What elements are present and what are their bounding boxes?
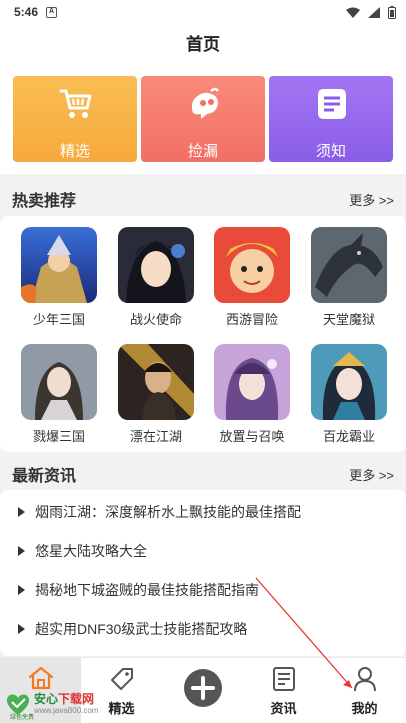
game-name: 百龙霸业: [322, 429, 375, 444]
game-name: 漂在江湖: [129, 429, 182, 444]
shortcut-bargain[interactable]: 捡漏: [141, 76, 265, 162]
game-cover: [118, 227, 194, 303]
game-cover: [21, 344, 97, 420]
status-time: 5:46: [14, 5, 39, 19]
news-item[interactable]: 超实用DNF30级武士技能搭配攻略: [18, 619, 247, 639]
bullet-triangle-icon: [18, 585, 25, 595]
news-title: 悠星大陆攻略大全: [35, 543, 147, 559]
game-name: 少年三国: [32, 312, 85, 327]
wifi-icon: [346, 7, 360, 18]
hot-section-title: 热卖推荐: [12, 193, 77, 210]
shortcut-label: 捡漏: [187, 143, 218, 160]
game-name: 放置与召唤: [219, 429, 285, 444]
game-cover: [21, 227, 97, 303]
game-item[interactable]: 天堂魔狱: [304, 227, 394, 328]
game-item[interactable]: 战火使命: [111, 227, 201, 328]
bullet-triangle-icon: [18, 507, 25, 517]
tab-add[interactable]: [162, 658, 243, 723]
game-name: 战火使命: [129, 312, 182, 327]
watermark-sub: 绿色免费: [10, 715, 35, 721]
tab-news-label: 资讯: [270, 701, 297, 716]
home-icon: [28, 666, 53, 690]
cart-icon: [59, 87, 93, 121]
news-title: 烟雨江湖：深度解析水上飘技能的最佳搭配: [35, 504, 301, 520]
game-name: 天堂魔狱: [322, 312, 375, 327]
status-bar: 5:46 A: [0, 0, 406, 24]
shortcut-panel: 精选 捡漏 须知: [0, 66, 406, 174]
news-title: 揭秘地下城盗贼的最佳技能搭配指南: [35, 582, 259, 598]
watermark-text-a: 安心: [34, 692, 59, 706]
game-cover: [118, 344, 194, 420]
battery-icon: [388, 5, 396, 19]
news-title: 超实用DNF30级武士技能搭配攻略: [35, 621, 248, 637]
game-item[interactable]: 漂在江湖: [111, 344, 201, 445]
mascot-icon: [187, 87, 221, 121]
watermark-url: www.java800.com: [34, 706, 99, 715]
signal-icon: [368, 6, 380, 18]
game-item[interactable]: 放置与召唤: [207, 344, 297, 445]
tab-news[interactable]: 资讯: [243, 658, 324, 723]
hot-more-link[interactable]: 更多 >>: [349, 190, 394, 209]
game-item[interactable]: 戮爆三国: [14, 344, 104, 445]
hot-games-grid: 少年三国 战火使命 西游冒险 天堂魔狱 戮爆三国 漂在江湖 放置与召唤 百龙霸业: [0, 216, 406, 452]
game-name: 戮爆三国: [32, 429, 85, 444]
bullet-triangle-icon: [18, 546, 25, 556]
shortcut-label: 精选: [59, 143, 90, 160]
news-item[interactable]: 悠星大陆攻略大全: [18, 541, 147, 561]
add-circle-icon: [183, 669, 222, 707]
watermark-text-b: 下载网: [58, 692, 95, 706]
tab-mine[interactable]: 我的: [324, 658, 405, 723]
notice-icon: [315, 87, 349, 121]
document-icon: [272, 667, 295, 691]
news-item[interactable]: 揭秘地下城盗贼的最佳技能搭配指南: [18, 580, 259, 600]
news-more-link[interactable]: 更多 >>: [349, 465, 394, 484]
game-cover: [214, 344, 290, 420]
user-icon: [353, 667, 376, 692]
bullet-triangle-icon: [18, 624, 25, 634]
game-cover: [214, 227, 290, 303]
news-list: 烟雨江湖：深度解析水上飘技能的最佳搭配 悠星大陆攻略大全 揭秘地下城盗贼的最佳技…: [0, 490, 406, 656]
watermark-logo: 安心下载网 www.java800.com 绿色免费: [4, 688, 116, 721]
game-name: 西游冒险: [225, 312, 278, 327]
news-item[interactable]: 烟雨江湖：深度解析水上飘技能的最佳搭配: [18, 502, 301, 522]
shortcut-featured[interactable]: 精选: [13, 76, 137, 162]
news-section-title: 最新资讯: [12, 468, 77, 485]
game-item[interactable]: 百龙霸业: [304, 344, 394, 445]
game-item[interactable]: 西游冒险: [207, 227, 297, 328]
game-cover: [311, 344, 387, 420]
notification-a-icon: A: [46, 6, 58, 18]
tab-mine-label: 我的: [351, 701, 378, 716]
game-item[interactable]: 少年三国: [14, 227, 104, 328]
game-cover: [311, 227, 387, 303]
shortcut-notice[interactable]: 须知: [269, 76, 393, 162]
page-title: 首页: [0, 24, 406, 66]
shortcut-label: 须知: [315, 143, 346, 160]
